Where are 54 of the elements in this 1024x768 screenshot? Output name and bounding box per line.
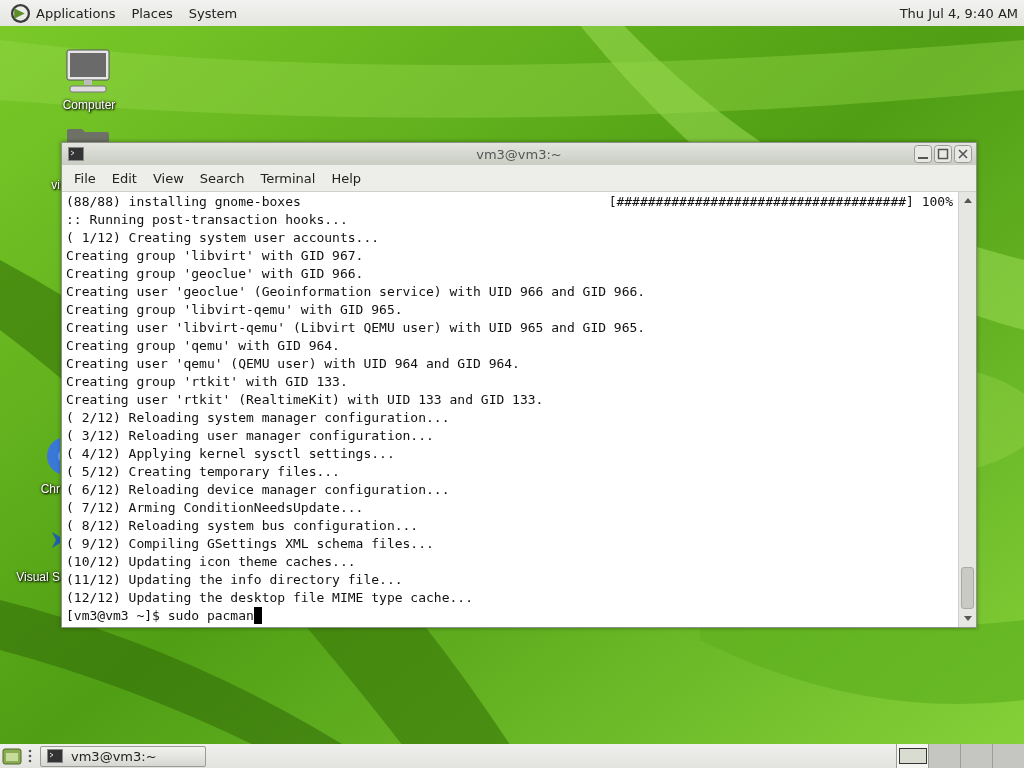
clock[interactable]: Thu Jul 4, 9:40 AM [899, 5, 1018, 21]
panel-menu[interactable]: System [188, 5, 238, 21]
terminal-line: (12/12) Updating the desktop file MIME type cache... [66, 589, 473, 607]
terminal-line: Creating group 'qemu' with GID 964. [66, 337, 340, 355]
menu-item[interactable]: View [144, 170, 192, 186]
menu-item[interactable]: Edit [103, 170, 145, 186]
show-desktop-icon[interactable] [2, 747, 22, 765]
terminal-line: Creating group 'libvirt-qemu' with GID 965. [66, 301, 403, 319]
terminal-line: ( 8/12) Reloading system bus configuration... [66, 517, 419, 535]
terminal-line: (11/12) Updating the info directory file... [66, 571, 403, 589]
computer-icon[interactable] [64, 48, 112, 94]
workspace-button[interactable] [896, 744, 928, 768]
progress-text: [#####################################] 100% [608, 193, 953, 211]
terminal-line: ( 9/12) Compiling GSettings XML schema files... [66, 535, 434, 553]
terminal-line: ( 3/12) Reloading user manager configuration... [66, 427, 434, 445]
terminal-line: (10/12) Updating icon theme caches... [66, 553, 356, 571]
terminal-icon [47, 749, 63, 763]
window-thumbnail [898, 748, 927, 764]
close-icon[interactable] [954, 145, 972, 163]
folder-icon[interactable] [66, 128, 110, 142]
terminal-line: (88/88) installing gnome-boxes [66, 193, 301, 211]
scrollbar[interactable] [958, 192, 976, 627]
window-title: vm3@vm3:~ [476, 146, 562, 162]
scroll-thumb[interactable] [961, 567, 974, 609]
terminal-line: Creating group 'rtkit' with GID 133. [66, 373, 348, 391]
panel-menu[interactable]: Applications [36, 5, 116, 21]
terminal-line: Creating user 'geoclue' (Geoinformation service) with UID 966 and GID 966. [66, 283, 646, 301]
command-prompt[interactable]: [vm3@vm3 ~]$ sudo pacman [66, 607, 254, 625]
terminal-line: Creating group 'libvirt' with GID 967. [66, 247, 364, 265]
menu-item[interactable]: File [66, 170, 104, 186]
terminal-line: ( 4/12) Applying kernel sysctl settings... [66, 445, 395, 463]
terminal-line: Creating group 'geoclue' with GID 966. [66, 265, 364, 283]
drag-handle-icon[interactable] [28, 748, 32, 764]
swirl-logo-icon[interactable] [10, 2, 31, 24]
terminal-line: ( 1/12) Creating system user accounts... [66, 229, 380, 247]
maximize-icon[interactable] [934, 145, 952, 163]
menu-item[interactable]: Terminal [252, 170, 324, 186]
terminal-line: Creating user 'rtkit' (RealtimeKit) with UID 133 and GID 133. [66, 391, 544, 409]
terminal-line: Creating user 'qemu' (QEMU user) with UID 964 and GID 964. [66, 355, 520, 373]
terminal-line: ( 2/12) Reloading system manager configuration... [66, 409, 450, 427]
terminal-line: Creating user 'libvirt-qemu' (Libvirt QEMU user) with UID 965 and GID 965. [66, 319, 646, 337]
terminal-line: :: Running post-transaction hooks... [66, 211, 348, 229]
terminal-line: ( 7/12) Arming ConditionNeedsUpdate... [66, 499, 364, 517]
menu-item[interactable]: Search [191, 170, 253, 186]
menu-item[interactable]: Help [323, 170, 370, 186]
minimize-icon[interactable] [914, 145, 932, 163]
panel-menu[interactable]: Places [131, 5, 173, 21]
scroll-down-icon[interactable] [962, 615, 973, 623]
scroll-up-icon[interactable] [962, 196, 973, 204]
terminal-icon [68, 147, 84, 161]
taskbar-button[interactable]: vm3@vm3:~ [40, 745, 206, 767]
terminal-line: ( 5/12) Creating temporary files... [66, 463, 340, 481]
text-cursor [253, 607, 262, 624]
terminal-line: ( 6/12) Reloading device manager configuration... [66, 481, 450, 499]
